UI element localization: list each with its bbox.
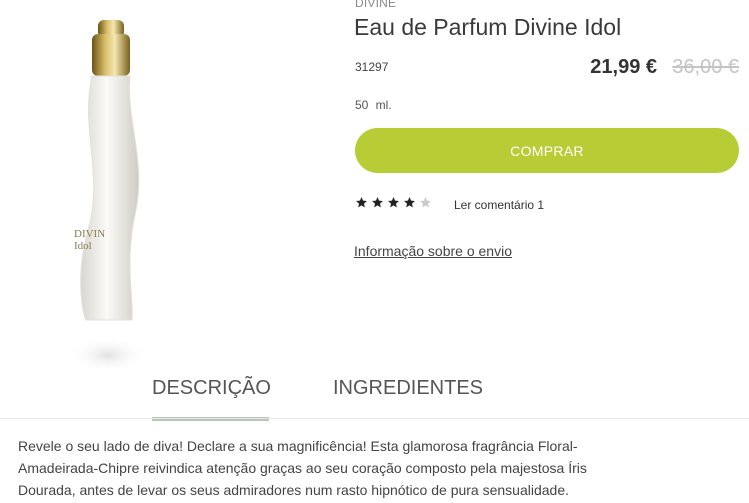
product-sku: 31297 xyxy=(355,60,389,74)
product-volume: 50 ml. xyxy=(355,98,392,112)
buy-button[interactable]: COMPRAR xyxy=(355,128,739,173)
bottle-label: DIVIN Idol xyxy=(74,228,106,252)
product-brand: DIVINE xyxy=(355,0,397,10)
product-description: Revele o seu lado de diva! Declare a sua… xyxy=(18,438,587,498)
tab-description[interactable]: DESCRIÇÃO xyxy=(152,377,271,400)
read-reviews-link[interactable]: Ler comentário 1 xyxy=(454,198,544,212)
tabs-divider xyxy=(0,418,749,419)
product-title: Eau de Parfum Divine Idol xyxy=(354,14,622,40)
star-empty-icon xyxy=(419,196,432,209)
star-filled-icon xyxy=(355,196,368,209)
current-price: 21,99 € xyxy=(590,56,657,78)
rating-stars xyxy=(355,196,432,212)
product-image: DIVIN Idol xyxy=(40,0,180,385)
old-price: 36,00 € xyxy=(672,56,739,78)
star-filled-icon xyxy=(371,196,384,209)
product-tabs: DESCRIÇÃO INGREDIENTES xyxy=(0,370,749,421)
shipping-info-link[interactable]: Informação sobre o envio xyxy=(354,243,512,259)
perfume-bottle-image xyxy=(68,20,148,373)
tab-ingredients[interactable]: INGREDIENTES xyxy=(333,377,483,400)
star-filled-icon xyxy=(403,196,416,209)
star-filled-icon xyxy=(387,196,400,209)
